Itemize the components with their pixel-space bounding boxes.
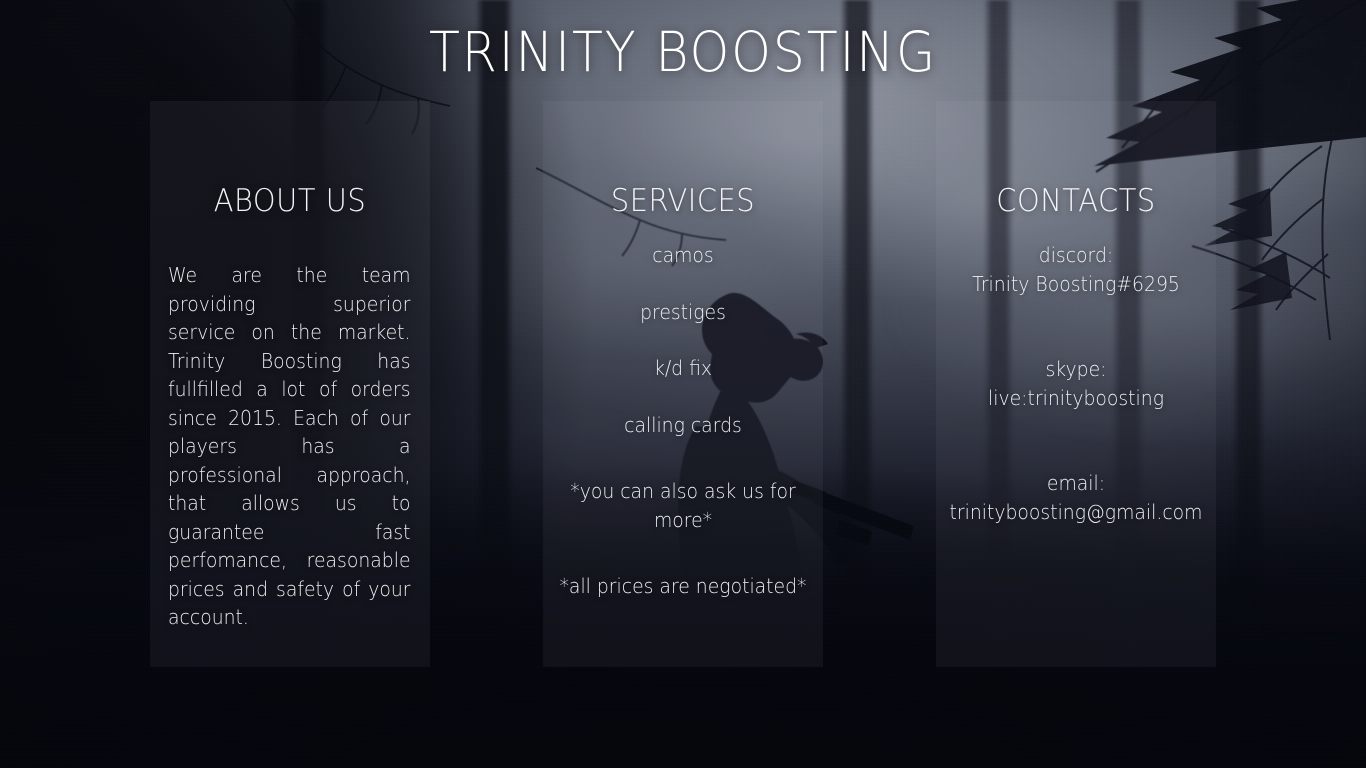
contact-value[interactable]: live:trinityboosting xyxy=(944,384,1207,413)
contact-entry-skype: skype: live:trinityboosting xyxy=(944,355,1207,412)
panel-about-us: ABOUT US We are the team providing super… xyxy=(150,101,430,667)
service-item: prestiges xyxy=(640,299,726,324)
contacts-list: discord: Trinity Boosting#6295 skype: li… xyxy=(944,241,1207,526)
service-note: *all prices are negotiated* xyxy=(559,574,807,598)
panel-services: SERVICES camos prestiges k/d fix calling… xyxy=(543,101,823,667)
panel-contacts: CONTACTS discord: Trinity Boosting#6295 … xyxy=(936,101,1216,667)
services-list: camos prestiges k/d fix calling cards *y… xyxy=(551,241,814,601)
page-title: TRINITY BOOSTING xyxy=(428,20,938,84)
contact-label: discord: xyxy=(1038,243,1114,267)
panel-about-body-text: We are the team providing superior servi… xyxy=(168,263,411,629)
contact-entry-email: email: trinityboosting@gmail.com xyxy=(944,469,1207,526)
service-note: *you can also ask us for more* xyxy=(570,479,796,532)
contact-value[interactable]: trinityboosting@gmail.com xyxy=(944,498,1207,527)
panel-services-title: SERVICES xyxy=(610,182,756,219)
page-root: TRINITY BOOSTING ABOUT US We are the tea… xyxy=(0,0,1366,768)
contact-value[interactable]: Trinity Boosting#6295 xyxy=(944,270,1207,299)
panel-contacts-title: CONTACTS xyxy=(996,182,1156,219)
service-item: calling cards xyxy=(624,412,742,437)
service-item: camos xyxy=(652,243,714,267)
contact-entry-discord: discord: Trinity Boosting#6295 xyxy=(944,241,1207,298)
service-item: k/d fix xyxy=(653,356,713,380)
contact-label: email: xyxy=(1046,471,1106,495)
panel-about-title: ABOUT US xyxy=(213,182,367,219)
contact-label: skype: xyxy=(1045,357,1107,381)
